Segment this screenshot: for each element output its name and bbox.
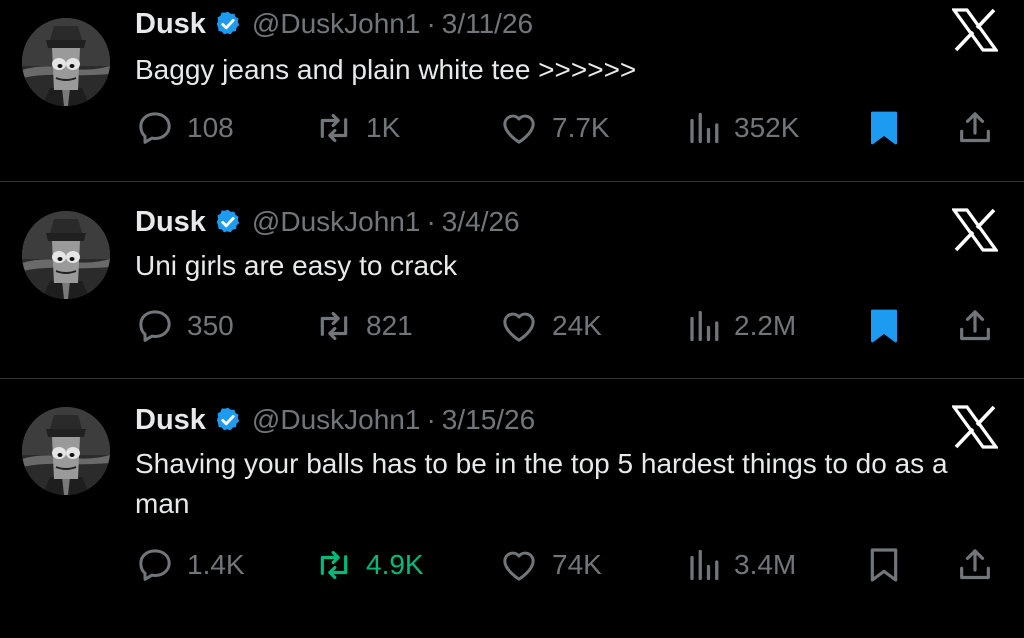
- action-bar: 350 821 24K 2.2M: [0, 304, 1024, 348]
- reply-count: 1.4K: [187, 549, 245, 580]
- verified-badge-icon: [216, 209, 240, 233]
- retweet-button[interactable]: 821: [314, 304, 413, 348]
- reply-button[interactable]: 108: [135, 106, 234, 150]
- cartoon-avatar-icon: [22, 407, 110, 495]
- retweet-icon: [320, 311, 348, 341]
- views-button[interactable]: 3.4M: [686, 543, 796, 587]
- display-name[interactable]: Dusk: [135, 8, 206, 41]
- separator-dot: ·: [426, 404, 436, 435]
- views-count: 352K: [734, 112, 800, 143]
- reply-count: 108: [187, 112, 234, 143]
- like-button[interactable]: 24K: [498, 304, 602, 348]
- tweet-text: Shaving your balls has to be in the top …: [135, 448, 948, 519]
- heart-icon: [503, 114, 535, 144]
- bookmark-button[interactable]: [864, 304, 904, 348]
- retweet-button[interactable]: 4.9K: [314, 543, 424, 587]
- action-bar: 1.4K 4.9K 74K 3.4M: [0, 543, 1024, 587]
- bookmark-icon: [871, 111, 897, 145]
- views-button[interactable]: 352K: [686, 106, 799, 150]
- bookmark-icon: [870, 548, 898, 582]
- tweet-header: Dusk @DuskJohn1 · 3/15/26: [135, 402, 535, 438]
- tweet-card[interactable]: Dusk @DuskJohn1 · 3/15/26 Shaving your b…: [0, 379, 1024, 638]
- handle[interactable]: @DuskJohn1: [252, 206, 421, 238]
- x-logo-icon: [950, 8, 1000, 52]
- views-count: 3.4M: [734, 549, 797, 580]
- share-button[interactable]: [953, 304, 997, 348]
- share-icon: [960, 310, 990, 341]
- views-icon: [690, 310, 719, 342]
- tweet-header: Dusk @DuskJohn1 · 3/11/26: [135, 6, 533, 42]
- separator-dot: ·: [426, 206, 436, 237]
- display-name[interactable]: Dusk: [135, 206, 206, 239]
- views-icon: [690, 112, 719, 144]
- retweet-icon: [320, 113, 348, 143]
- verified-badge-icon: [216, 11, 240, 35]
- tweet-feed: Dusk @DuskJohn1 · 3/11/26 Baggy jeans an…: [0, 0, 1024, 638]
- retweet-count: 1K: [366, 112, 401, 143]
- tweet-card[interactable]: Dusk @DuskJohn1 · 3/4/26 Uni girls are e…: [0, 182, 1024, 379]
- display-name[interactable]: Dusk: [135, 404, 206, 437]
- action-bar: 108 1K 7.7K 352K: [0, 106, 1024, 150]
- like-count: 24K: [552, 310, 602, 341]
- avatar[interactable]: [22, 407, 110, 495]
- heart-icon: [503, 312, 535, 342]
- like-button[interactable]: 7.7K: [498, 106, 610, 150]
- reply-button[interactable]: 1.4K: [135, 543, 245, 587]
- reply-button[interactable]: 350: [135, 304, 234, 348]
- tweet-text: Uni girls are easy to crack: [135, 250, 458, 281]
- cartoon-avatar-icon: [22, 211, 110, 299]
- retweet-count: 821: [366, 310, 413, 341]
- x-logo-icon: [950, 405, 1000, 449]
- bookmark-button[interactable]: [864, 106, 904, 150]
- avatar[interactable]: [22, 18, 110, 106]
- handle[interactable]: @DuskJohn1: [252, 8, 421, 40]
- tweet-card[interactable]: Dusk @DuskJohn1 · 3/11/26 Baggy jeans an…: [0, 0, 1024, 182]
- share-icon: [960, 549, 990, 580]
- avatar[interactable]: [22, 211, 110, 299]
- reply-icon: [139, 310, 171, 342]
- like-count: 74K: [552, 549, 602, 580]
- reply-count: 350: [187, 310, 234, 341]
- verified-badge-icon: [216, 407, 240, 431]
- like-count: 7.7K: [552, 112, 610, 143]
- timestamp[interactable]: 3/11/26: [442, 8, 533, 40]
- handle[interactable]: @DuskJohn1: [252, 404, 421, 436]
- heart-icon: [503, 551, 535, 581]
- views-count: 2.2M: [734, 310, 797, 341]
- retweet-icon: [320, 550, 348, 580]
- views-button[interactable]: 2.2M: [686, 304, 796, 348]
- share-icon: [960, 112, 990, 143]
- tweet-text: Baggy jeans and plain white tee >>>>>>: [135, 54, 637, 85]
- share-button[interactable]: [953, 543, 997, 587]
- reply-icon: [139, 549, 171, 581]
- tweet-header: Dusk @DuskJohn1 · 3/4/26: [135, 204, 520, 240]
- share-button[interactable]: [953, 106, 997, 150]
- reply-icon: [139, 112, 171, 144]
- timestamp[interactable]: 3/4/26: [442, 206, 520, 238]
- cartoon-avatar-icon: [22, 18, 110, 106]
- bookmark-button[interactable]: [864, 543, 904, 587]
- retweet-button[interactable]: 1K: [314, 106, 400, 150]
- like-button[interactable]: 74K: [498, 543, 602, 587]
- retweet-count: 4.9K: [366, 549, 424, 580]
- views-icon: [690, 549, 719, 581]
- timestamp[interactable]: 3/15/26: [442, 404, 535, 436]
- separator-dot: ·: [426, 8, 436, 39]
- bookmark-icon: [871, 309, 897, 343]
